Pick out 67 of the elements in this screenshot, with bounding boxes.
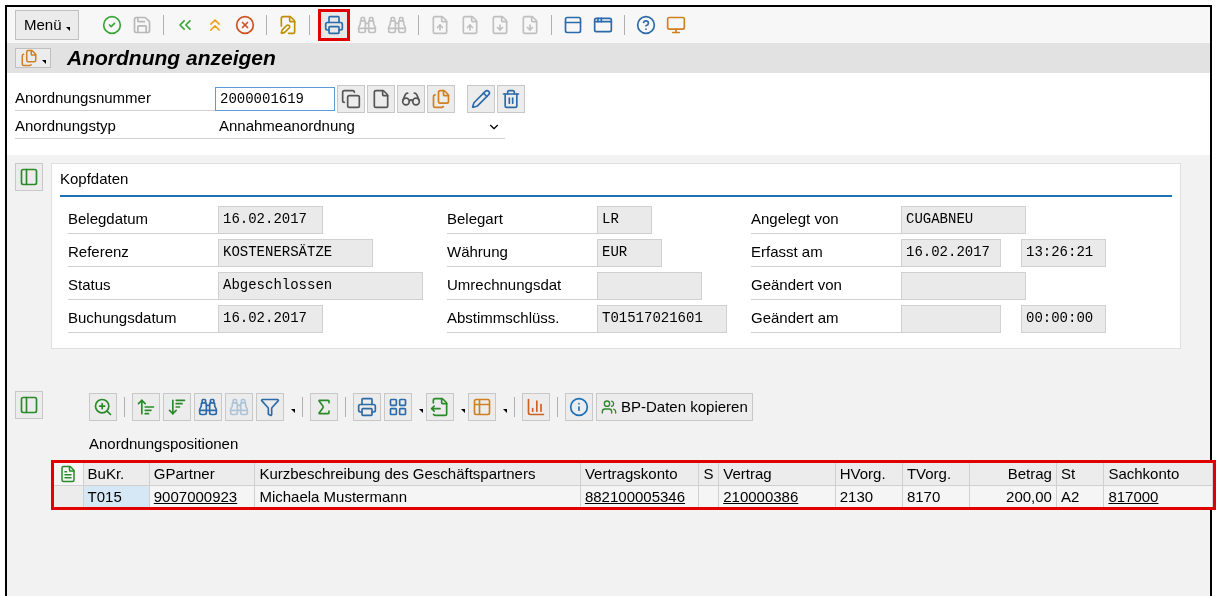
sort-ascending-icon[interactable] [132, 393, 160, 421]
readonly-field: CUGABNEU [901, 205, 1026, 234]
select-field[interactable]: Annahmeanordnung [215, 115, 505, 139]
column-header[interactable]: Betrag [970, 462, 1057, 485]
dropdown-caret-icon[interactable] [42, 60, 46, 64]
screen-title: Anordnung anzeigen [67, 45, 276, 72]
column-header[interactable]: Sachkonto [1104, 462, 1213, 485]
readonly-field: LR [597, 205, 652, 234]
column-header[interactable]: St [1056, 462, 1105, 485]
pencil-icon[interactable] [467, 85, 495, 113]
table-link[interactable]: 210000386 [719, 485, 836, 507]
copy-icon[interactable] [337, 85, 365, 113]
details-icon[interactable] [89, 393, 117, 421]
readonly-field: Abgeschlossen [218, 271, 423, 300]
readonly-field: 16.02.2017 [218, 205, 323, 234]
table-link[interactable]: 817000 [1104, 485, 1213, 507]
people-icon [601, 399, 617, 415]
copy-data-button[interactable]: BP-Daten kopieren [596, 393, 753, 421]
dropdown-caret-icon[interactable] [503, 409, 507, 413]
filter-icon[interactable] [256, 393, 284, 421]
panel-toggle-icon[interactable] [15, 391, 43, 419]
table-link[interactable]: 882100005346 [580, 485, 700, 507]
glasses-icon[interactable] [397, 85, 425, 113]
column-header[interactable]: Kurzbeschreibung des Geschäftspartners [255, 462, 581, 485]
info-icon[interactable] [565, 393, 593, 421]
print-icon[interactable] [353, 393, 381, 421]
table-cell: 200,00 [970, 485, 1057, 507]
table-cell: T015 [83, 485, 150, 507]
readonly-field: 16.02.2017 [218, 304, 323, 333]
readonly-field: 16.02.2017 [901, 238, 1001, 267]
table-title: Anordnungspositionen [88, 434, 240, 454]
column-header[interactable]: BuKr. [83, 462, 150, 485]
select-all-icon[interactable] [59, 464, 78, 483]
table-cell: 2130 [835, 485, 903, 507]
input-field[interactable]: 2000001619 [215, 87, 335, 111]
new-document-icon[interactable] [367, 85, 395, 113]
readonly-field: 00:00:00 [1021, 304, 1106, 333]
field-label: Anordnungstyp [15, 115, 215, 139]
section-title: Kopfdaten [60, 164, 1172, 197]
layout-icon[interactable] [384, 393, 412, 421]
trash-icon[interactable] [497, 85, 525, 113]
column-header[interactable]: HVorg. [835, 462, 903, 485]
menu-button[interactable]: Menü [15, 9, 79, 41]
find-icon[interactable] [194, 393, 222, 421]
print-icon[interactable] [317, 9, 350, 41]
table-cell: Michaela Mustermann [255, 485, 581, 507]
panel-toggle-icon[interactable] [15, 163, 43, 191]
readonly-field: T01517021601 [597, 304, 727, 333]
chart-icon[interactable] [522, 393, 550, 421]
column-header[interactable]: Vertragskonto [580, 462, 700, 485]
table-cell: 8170 [902, 485, 971, 507]
documents-icon[interactable] [427, 85, 455, 113]
readonly-field: EUR [597, 238, 662, 267]
column-header[interactable]: Vertrag [719, 462, 836, 485]
sort-descending-icon[interactable] [163, 393, 191, 421]
sum-icon[interactable] [310, 393, 338, 421]
readonly-field: KOSTENERSÄTZE [218, 238, 373, 267]
column-header[interactable]: TVorg. [902, 462, 971, 485]
export-icon[interactable] [426, 393, 454, 421]
readonly-field: 13:26:21 [1021, 238, 1106, 267]
dropdown-caret-icon[interactable] [65, 27, 70, 31]
table-cell: A2 [1056, 485, 1105, 507]
table-link[interactable]: 9007000923 [149, 485, 256, 507]
dropdown-caret-icon[interactable] [291, 409, 295, 413]
column-header[interactable]: GPartner [149, 462, 256, 485]
column-header[interactable]: S [699, 462, 720, 485]
field-label: Anordnungsnummer [15, 87, 215, 111]
